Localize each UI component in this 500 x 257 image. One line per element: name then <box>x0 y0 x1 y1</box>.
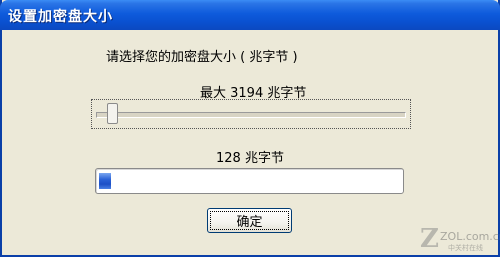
size-progress-bar <box>95 168 404 194</box>
progress-fill <box>99 173 111 189</box>
watermark-site: ZOL.com.cn <box>440 230 500 243</box>
title-bar[interactable]: 设置加密盘大小 <box>0 0 500 30</box>
encrypted-disk-size-dialog: 设置加密盘大小 请选择您的加密盘大小 ( 兆字节 ) 最大 3194 兆字节 1… <box>0 0 500 257</box>
size-prompt-label: 请选择您的加密盘大小 ( 兆字节 ) <box>106 50 298 65</box>
watermark-subtitle: 中关村在线 <box>448 244 483 252</box>
watermark-logo: Z <box>420 224 439 254</box>
size-slider[interactable] <box>91 99 411 129</box>
window-title: 设置加密盘大小 <box>8 9 113 25</box>
selected-size-label: 128 兆字节 <box>216 151 284 166</box>
slider-thumb[interactable] <box>107 103 118 124</box>
site-watermark: Z ZOL.com.cn 中关村在线 <box>420 224 500 254</box>
ok-button[interactable]: 确定 <box>207 208 292 233</box>
slider-track <box>96 112 406 118</box>
